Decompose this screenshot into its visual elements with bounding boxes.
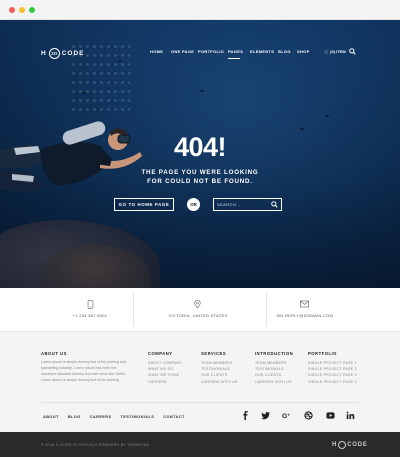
footer-link[interactable]: WHAT WE THINK [148, 372, 182, 378]
svg-text:+: + [287, 412, 290, 417]
search-icon[interactable] [349, 48, 356, 55]
nav-one-page[interactable]: ONE PAGE [171, 49, 194, 57]
footer-column-introduction: INTRODUCTION TEAM MEMBERS TESTIMONIALS O… [255, 351, 293, 385]
search-input[interactable] [217, 200, 269, 209]
youtube-icon[interactable] [326, 411, 335, 420]
footer-logo-circle [338, 440, 347, 449]
fish-decoration [82, 92, 86, 94]
services-heading: SERVICES [201, 351, 227, 356]
error-subtitle: THE PAGE YOU WERE LOOKING FOR COULD NOT … [140, 168, 260, 186]
error-subtitle-line-2: FOR COULD NOT BE FOUND. [147, 178, 253, 185]
dribbble-icon[interactable] [304, 411, 313, 420]
fish-decoration [200, 90, 204, 92]
window-minimize-button[interactable] [19, 7, 25, 13]
logo-circle: 2O [48, 47, 60, 59]
footer-nav-blog[interactable]: BLOG [68, 414, 81, 420]
footer-nav-contact[interactable]: CONTACT [163, 414, 185, 420]
facebook-icon[interactable] [241, 411, 250, 420]
search-form [213, 198, 282, 211]
footer-column-services: SERVICES TEAM MEMBERS TESTIMONIALS OUR C… [201, 351, 238, 385]
svg-text:G: G [282, 413, 287, 420]
address-text: VICTORIA, UNITED STATES [168, 313, 228, 318]
footer-divider [41, 402, 359, 403]
nav-portfolio[interactable]: PORTFOLIO [198, 49, 224, 57]
fish-decoration [325, 115, 329, 117]
nav-home[interactable]: HOME [150, 49, 163, 57]
footer-bottom-nav: ABOUT BLOG CAREERS TESTIMONIALS CONTACT [43, 414, 194, 420]
phone-number: +1 234 567 8901 [72, 313, 108, 318]
twitter-icon[interactable] [261, 411, 270, 420]
phone-icon [87, 300, 94, 309]
logo-letter: H [41, 49, 47, 57]
go-to-home-button[interactable]: GO TO HOME PAGE [114, 198, 174, 211]
footer-column-portfolio: PORTFOLIO SINGLE PROJECT PAGE 1 SINGLE P… [308, 351, 357, 385]
contact-phone: +1 234 567 8901 [40, 288, 140, 331]
fish-decoration [118, 60, 122, 62]
or-badge: OR [187, 198, 200, 211]
nav-blog[interactable]: BLOG [278, 49, 291, 57]
site-logo[interactable]: H 2O CODE [41, 47, 84, 59]
linkedin-icon[interactable] [346, 411, 355, 420]
error-subtitle-line-1: THE PAGE YOU WERE LOOKING [141, 169, 259, 176]
nav-pages[interactable]: PAGES [228, 49, 243, 57]
envelope-icon [300, 300, 309, 308]
contact-email: NO-REPLY@DOMAIN.COM [255, 288, 355, 331]
footer-logo-letter: H [332, 441, 338, 448]
hero-section: H 2O CODE HOME ONE PAGE PORTFOLIO PAGES … [0, 20, 400, 288]
logo-word: CODE [61, 49, 85, 57]
window-maximize-button[interactable] [29, 7, 35, 13]
window-close-button[interactable] [9, 7, 15, 13]
footer-column-company: COMPANY ABOUT COMPANY WHAT WE DO WHAT WE… [148, 351, 182, 385]
about-text: Lorem Ipsum is simply dummy text of the … [41, 360, 127, 382]
company-heading: COMPANY [148, 351, 173, 356]
nav-active-indicator [228, 58, 240, 59]
cart-icon: 🛒 [324, 49, 329, 54]
browser-chrome [0, 0, 400, 20]
nav-elements[interactable]: ELEMENTS [250, 49, 274, 57]
nav-shop[interactable]: SHOP [297, 49, 310, 57]
introduction-heading: INTRODUCTION [255, 351, 294, 356]
footer-nav-testimonials[interactable]: TESTIMONIALS [121, 414, 155, 420]
footer-nav-about[interactable]: ABOUT [43, 414, 59, 420]
footer-link[interactable]: CAREERS [148, 379, 182, 385]
copyright-text: © 2016 H-CODE IS PROUDLY POWERED BY THEM… [41, 443, 150, 447]
fish-decoration [300, 128, 304, 130]
error-title: 404! [173, 132, 227, 162]
footer-about: ABOUT US Lorem Ipsum is simply dummy tex… [41, 351, 131, 384]
footer-link[interactable]: CAREERS WITH US [201, 379, 238, 385]
footer-link[interactable]: SINGLE PROJECT PAGE 3 [308, 372, 357, 378]
footer-bottom-bar: © 2016 H-CODE IS PROUDLY POWERED BY THEM… [0, 432, 400, 457]
contact-address: VICTORIA, UNITED STATES [148, 288, 248, 331]
footer-logo[interactable]: H CODE [332, 440, 368, 449]
search-submit-icon[interactable] [271, 201, 278, 208]
about-heading: ABOUT US [41, 351, 67, 356]
cart-label: (0) ITEM [330, 49, 346, 54]
footer-logo-word: CODE [347, 441, 368, 448]
portfolio-heading: PORTFOLIO [308, 351, 337, 356]
email-link[interactable]: NO-REPLY@DOMAIN.COM [255, 313, 355, 318]
google-plus-icon[interactable]: G + [282, 411, 291, 420]
footer: ABOUT US Lorem Ipsum is simply dummy tex… [0, 331, 400, 432]
footer-link[interactable]: CAREERS WITH US [255, 379, 293, 385]
contact-strip: +1 234 567 8901 VICTORIA, UNITED STATES … [0, 288, 400, 331]
footer-nav-careers[interactable]: CAREERS [90, 414, 112, 420]
footer-link[interactable]: SINGLE PROJECT PAGE 4 [308, 379, 357, 385]
location-pin-icon [194, 300, 201, 309]
cart-button[interactable]: 🛒 (0) ITEM [324, 49, 346, 54]
contact-divider [133, 293, 134, 326]
